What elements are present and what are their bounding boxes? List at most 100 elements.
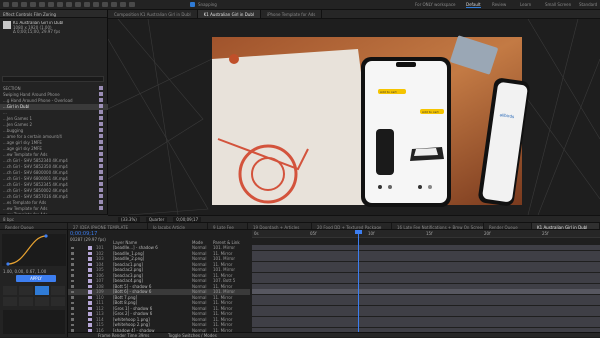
- project-item-duration: Δ 0;00;15;00, 29.97 fps: [13, 29, 61, 34]
- hand-tool-icon[interactable]: [21, 2, 27, 7]
- layer-track[interactable]: [252, 267, 600, 273]
- layer-track[interactable]: [252, 311, 600, 317]
- pen-tool-icon[interactable]: [75, 2, 81, 7]
- apply-button[interactable]: APPLY: [16, 275, 56, 282]
- project-item-thumbnail: [3, 21, 11, 29]
- easing-values: 1.00, 0.00, 0.67, 1.00: [3, 269, 47, 274]
- playhead[interactable]: [358, 230, 359, 334]
- timeline-tabs: Render Queue 27_IDEA IPHONE TEMPLATE Jo …: [0, 222, 600, 230]
- layer-track[interactable]: [252, 283, 600, 289]
- snapping-checkbox-icon[interactable]: [190, 2, 195, 7]
- tab-jo-jacobs[interactable]: Jo Jacobs Article: [148, 223, 208, 229]
- project-search-input[interactable]: [2, 76, 104, 82]
- home-icon[interactable]: [3, 2, 9, 7]
- camera-tool-icon[interactable]: [48, 2, 54, 7]
- layer-track[interactable]: [252, 278, 600, 284]
- rotate-tool-icon[interactable]: [39, 2, 45, 7]
- mask-tool-icon[interactable]: [66, 2, 72, 7]
- swatch-dot: [418, 185, 422, 189]
- layer-track[interactable]: [252, 316, 600, 322]
- preset-button[interactable]: [3, 297, 17, 306]
- puppet-tool-icon[interactable]: [129, 2, 135, 7]
- easing-presets: [3, 286, 65, 306]
- workspace-dropdown[interactable]: For ONLY workspace: [415, 2, 456, 7]
- ruler-tick: 20f: [484, 231, 491, 236]
- viewer-canvas: Add to cart Add to cart allbirds: [108, 19, 600, 215]
- tab-doordash[interactable]: 19 Doordash + Articles: [248, 223, 312, 229]
- zoom-tool-icon[interactable]: [30, 2, 36, 7]
- orange-fruit: [229, 54, 239, 64]
- preset-preview: [3, 310, 65, 334]
- project-item-info: K1 Australian Girl in Dubl 1080 x 1920 (…: [13, 21, 105, 35]
- preset-button[interactable]: [19, 286, 33, 295]
- type-tool-icon[interactable]: [84, 2, 90, 7]
- layer-track[interactable]: [252, 322, 600, 328]
- ruler-tick: 0s: [254, 231, 259, 236]
- swatch-dot: [428, 185, 432, 189]
- workspace-learn[interactable]: Learn: [520, 2, 531, 7]
- selection-tool-icon[interactable]: [12, 2, 18, 7]
- preset-button[interactable]: [35, 286, 49, 295]
- tab-notifications[interactable]: 16 Late Fee Notifications + Bmw On Scree…: [392, 223, 484, 229]
- layer-track[interactable]: [252, 261, 600, 267]
- eraser-tool-icon[interactable]: [111, 2, 117, 7]
- project-item-list: SECTION Swiping Hand Around Phone ...g H…: [0, 86, 108, 218]
- timeline-panel: 0;00;09;17 00287 (29.97 fps) Layer Name …: [68, 230, 600, 338]
- tab-comp-iphone[interactable]: iPhone Template for Ads: [261, 10, 323, 18]
- easing-panel: 1.00, 0.00, 0.67, 1.00 APPLY: [0, 230, 68, 337]
- backpack-product: [376, 129, 394, 175]
- phone-notch: [396, 62, 416, 67]
- tab-food-dd[interactable]: 20 Food DD + Textured Package: [312, 223, 392, 229]
- time-ruler[interactable]: 0s 05f 10f 15f 20f 25f: [252, 230, 600, 238]
- tab-main-comp[interactable]: K1 Australian Girl in Dubl: [532, 223, 600, 229]
- project-footer: 8 bpc: [0, 214, 108, 222]
- layer-track[interactable]: [252, 294, 600, 300]
- sneaker-highlight: [414, 148, 438, 156]
- preset-button[interactable]: [19, 297, 33, 306]
- tab-comp-main[interactable]: K1 Australian Girl in Dubl: [197, 10, 261, 18]
- layer-track[interactable]: [252, 250, 600, 256]
- playhead-handle[interactable]: [355, 230, 362, 234]
- pan-tool-icon[interactable]: [57, 2, 63, 7]
- easing-graph[interactable]: [0, 232, 68, 268]
- layer-track[interactable]: [252, 289, 600, 295]
- preset-button[interactable]: [3, 286, 17, 295]
- tab-late-fee[interactable]: 9 Late Fee: [208, 223, 248, 229]
- label-color-column: [99, 86, 103, 212]
- ruler-tick: 25f: [542, 231, 549, 236]
- tab-render-queue-2[interactable]: Render Queue: [484, 223, 532, 229]
- brush-tool-icon[interactable]: [93, 2, 99, 7]
- clone-tool-icon[interactable]: [102, 2, 108, 7]
- layer-track[interactable]: [252, 272, 600, 278]
- ruler-tick: 15f: [426, 231, 433, 236]
- workspace-review[interactable]: Review: [492, 2, 506, 7]
- workspace-default[interactable]: Default: [466, 2, 481, 8]
- layer-track[interactable]: [252, 245, 600, 251]
- add-to-cart-label-2: Add to cart: [422, 110, 439, 114]
- viewer-controls: (33.3%) Quarter 0;00;09;17: [108, 215, 600, 222]
- roto-tool-icon[interactable]: [120, 2, 126, 7]
- layer-track[interactable]: [252, 300, 600, 306]
- ruler-tick: 10f: [368, 231, 375, 236]
- snapping-label: Snapping: [198, 2, 217, 7]
- toggle-switches[interactable]: Toggle Switches / Modes: [168, 333, 217, 338]
- composition-viewer[interactable]: Add to cart Add to cart allbirds: [108, 19, 600, 215]
- add-to-cart-label: Add to cart: [380, 90, 397, 94]
- swatch-dot: [388, 185, 392, 189]
- workspace-standard[interactable]: Standard: [579, 2, 597, 7]
- composition-tabs: Composition K1 Australian Girl in Dubl K…: [108, 10, 600, 19]
- composition-header[interactable]: Composition K1 Australian Girl in Dubl: [108, 10, 198, 18]
- composition-panel: Composition K1 Australian Girl in Dubl K…: [108, 10, 600, 222]
- layer-track[interactable]: [252, 256, 600, 262]
- layer-track[interactable]: [252, 305, 600, 311]
- frame-info: 00287 (29.97 fps): [70, 237, 106, 242]
- tab-iphone-template[interactable]: 27_IDEA IPHONE TEMPLATE: [68, 223, 148, 229]
- timeline-footer: Frame Render Time 39ms Toggle Switches /…: [68, 332, 600, 338]
- render-time: Frame Render Time 39ms: [98, 333, 150, 338]
- project-panel-header[interactable]: Effect Controls Film Zoring: [0, 10, 107, 18]
- tab-render-queue[interactable]: Render Queue: [0, 223, 68, 229]
- workspace-small-screen[interactable]: Small Screen: [545, 2, 571, 7]
- preset-button[interactable]: [35, 297, 49, 306]
- preset-button[interactable]: [51, 297, 65, 306]
- preset-button[interactable]: [51, 286, 65, 295]
